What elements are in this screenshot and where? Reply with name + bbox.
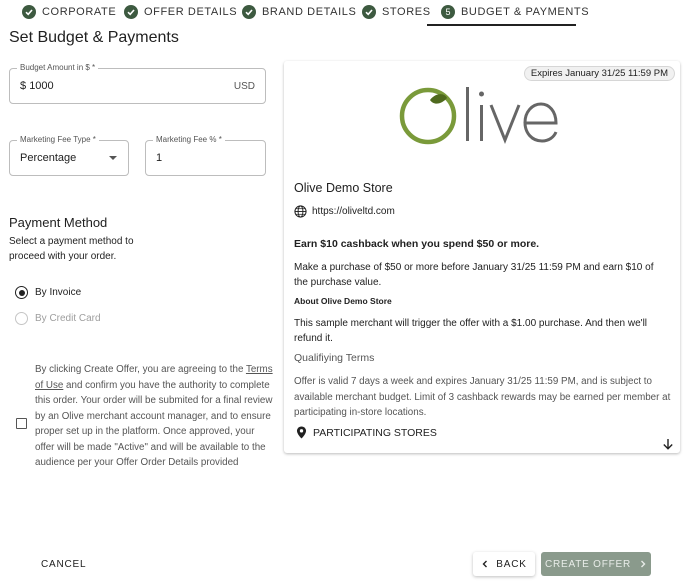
marketing-fee-percent-field[interactable]: Marketing Fee % * 1	[145, 135, 266, 176]
location-pin-icon	[296, 426, 307, 439]
page-title: Set Budget & Payments	[9, 29, 179, 46]
step-label: BUDGET & PAYMENTS	[461, 6, 590, 18]
step-label: STORES	[382, 6, 431, 18]
budget-amount-value: $ 1000	[20, 69, 54, 103]
offer-description: Make a purchase of $50 or more before Ja…	[294, 262, 654, 288]
store-url: https://oliveltd.com	[294, 205, 395, 218]
back-button-label: BACK	[496, 558, 527, 570]
radio-label: By Invoice	[35, 287, 82, 298]
currency-suffix: USD	[233, 80, 255, 92]
step-offer-details[interactable]: OFFER DETAILS	[124, 4, 237, 20]
agree-terms-checkbox[interactable]	[16, 418, 27, 429]
step-corporate[interactable]: CORPORATE	[22, 4, 116, 20]
arrow-down-icon[interactable]	[662, 438, 674, 450]
chevron-down-icon	[109, 156, 117, 160]
payment-method-title: Payment Method	[9, 215, 108, 230]
check-icon	[22, 5, 36, 19]
budget-amount-field[interactable]: Budget Amount in $ * $ 1000 USD	[9, 63, 266, 104]
check-icon	[362, 5, 376, 19]
check-icon	[242, 5, 256, 19]
chevron-left-icon	[482, 560, 488, 568]
radio-checked-icon[interactable]	[15, 286, 28, 299]
budget-amount-input[interactable]: 1000	[29, 80, 53, 92]
back-button[interactable]: BACK	[473, 552, 535, 576]
about-store-text: This sample merchant will trigger the of…	[294, 318, 648, 344]
offer-preview-card: Expires January 31/25 11:59 PM Olive Dem…	[284, 61, 680, 453]
olive-logo	[399, 87, 558, 145]
payment-method-description: Select a payment method to proceed with …	[9, 236, 134, 262]
step-brand-details[interactable]: BRAND DETAILS	[242, 4, 356, 20]
fee-percent-input[interactable]: 1	[156, 141, 162, 175]
about-store-title: About Olive Demo Store	[294, 296, 392, 306]
marketing-fee-type-select[interactable]: Marketing Fee Type * Percentage	[9, 135, 129, 176]
radio-by-invoice[interactable]: By Invoice	[15, 286, 81, 299]
step-budget-payments[interactable]: 5 BUDGET & PAYMENTS	[441, 4, 589, 20]
fee-type-value: Percentage	[20, 152, 77, 164]
participating-stores-label: PARTICIPATING STORES	[313, 426, 437, 439]
stepper: CORPORATE OFFER DETAILS BRAND DETAILS ST…	[0, 0, 688, 26]
chevron-right-icon	[641, 560, 646, 568]
expiry-badge: Expires January 31/25 11:59 PM	[523, 66, 675, 81]
step-label: BRAND DETAILS	[262, 6, 357, 18]
step-stores[interactable]: STORES	[362, 4, 431, 20]
create-offer-button[interactable]: CREATE OFFER	[541, 552, 651, 576]
store-name: Olive Demo Store	[294, 181, 393, 195]
agreement-text-part2: and confirm you have the authority to co…	[35, 379, 273, 469]
currency-prefix: $	[20, 80, 27, 92]
radio-by-credit-card[interactable]: By Credit Card	[15, 312, 101, 325]
qualifying-terms-text: Offer is valid 7 days a week and expires…	[294, 376, 671, 418]
radio-unchecked-icon[interactable]	[15, 312, 28, 325]
participating-stores-header[interactable]: PARTICIPATING STORES	[296, 426, 437, 439]
active-step-indicator	[427, 24, 576, 26]
qualifying-terms-title: Qualifiying Terms	[294, 352, 375, 364]
step-number: 5	[441, 5, 455, 19]
store-url-link[interactable]: https://oliveltd.com	[312, 206, 395, 217]
offer-headline: Earn $10 cashback when you spend $50 or …	[294, 238, 540, 250]
globe-icon	[294, 205, 307, 218]
check-icon	[124, 5, 138, 19]
agreement-text: By clicking Create Offer, you are agreei…	[35, 362, 275, 471]
step-label: OFFER DETAILS	[144, 6, 238, 18]
fee-percent-label: Marketing Fee % *	[153, 135, 225, 144]
radio-label: By Credit Card	[35, 313, 101, 324]
agreement-text-part1: By clicking Create Offer, you are agreei…	[35, 364, 246, 375]
cancel-button[interactable]: CANCEL	[33, 552, 94, 576]
create-offer-label: CREATE OFFER	[544, 558, 632, 570]
step-label: CORPORATE	[42, 6, 117, 18]
